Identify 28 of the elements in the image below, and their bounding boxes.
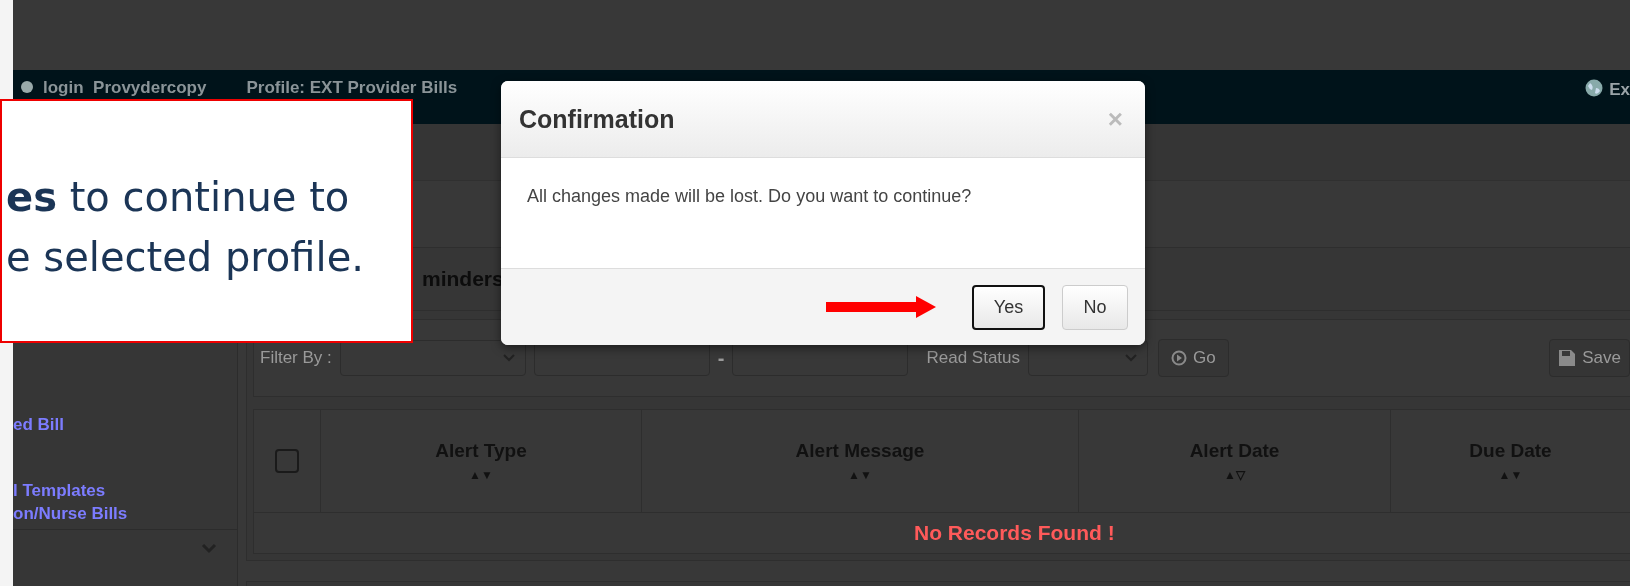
sort-arrows[interactable]: ▲▼	[848, 468, 872, 482]
sort-arrows[interactable]: ▲▽	[1224, 468, 1245, 482]
sort-arrows[interactable]: ▲▼	[469, 468, 493, 482]
read-status-label: Read Status	[926, 348, 1021, 368]
dialog-message: All changes made will be lost. Do you want to continue?	[527, 185, 973, 208]
exit-link[interactable]: Ex	[1609, 80, 1630, 100]
globe-icon	[1585, 79, 1604, 97]
sidebar-link[interactable]: ed Bill	[13, 413, 64, 436]
arrow-icon	[826, 296, 936, 318]
sort-arrows[interactable]: ▲▼	[1498, 468, 1523, 482]
sidebar-link[interactable]: l Templates on/Nurse Bills	[13, 479, 128, 525]
user-name: login Provydercopy	[43, 78, 207, 98]
checkbox[interactable]	[275, 449, 299, 473]
profile-label: Profile: EXT Provider Bills	[246, 78, 458, 98]
empty-message: No Records Found !	[914, 521, 1115, 545]
go-button[interactable]: Go	[1158, 339, 1229, 377]
range-separator: -	[717, 346, 725, 370]
callout-text: es to continue to	[6, 173, 351, 222]
dialog-button[interactable]: No	[1062, 284, 1128, 330]
close-button[interactable]: ×	[1103, 103, 1127, 135]
filter-label: Filter By :	[260, 348, 332, 368]
dialog-button[interactable]: Yes	[972, 284, 1045, 330]
save-button[interactable]: Save	[1549, 339, 1630, 377]
dialog-title: Confirmation	[519, 104, 675, 134]
dropdown[interactable]	[339, 340, 526, 376]
callout-text: e selected profile.	[6, 233, 365, 282]
play-icon	[1171, 350, 1188, 366]
user-icon	[21, 81, 33, 93]
